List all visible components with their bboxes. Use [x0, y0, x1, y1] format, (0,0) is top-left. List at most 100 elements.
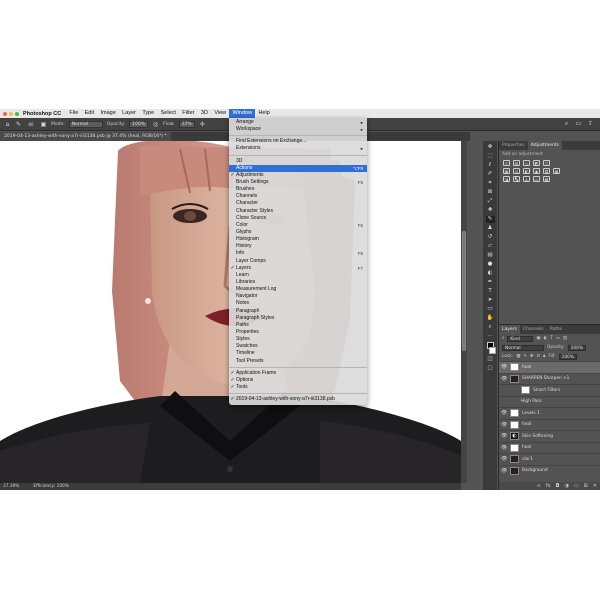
menu-item-workspace[interactable]: Workspace ▸: [229, 126, 367, 133]
tab-layers[interactable]: Layers: [499, 325, 520, 334]
brush-settings-icon[interactable]: ▣: [40, 121, 47, 128]
lock-artboard-icon[interactable]: ⊡: [537, 354, 541, 359]
brush-preset-picker[interactable]: 60: [26, 121, 36, 128]
layer-name[interactable]: heal: [522, 422, 531, 427]
healing-brush-tool-icon[interactable]: ✚: [486, 207, 495, 214]
quick-select-tool-icon[interactable]: ✐: [486, 171, 495, 178]
eyedropper-tool-icon[interactable]: ⤢: [486, 198, 495, 205]
blur-tool-icon[interactable]: ●: [486, 261, 495, 268]
menu-item-character[interactable]: Character: [229, 200, 367, 207]
layer-row[interactable]: 👁︎ heal: [499, 441, 600, 454]
layer-thumbnail[interactable]: [510, 374, 519, 383]
minimize-window-button[interactable]: [9, 111, 13, 116]
workspace-icon[interactable]: ▭: [575, 120, 582, 127]
tab-channels[interactable]: Channels: [520, 325, 547, 334]
tab-paths[interactable]: Paths: [547, 325, 565, 334]
layer-name[interactable]: Skin Softening: [522, 434, 553, 439]
add-mask-icon[interactable]: ◘: [556, 483, 560, 489]
menu-image[interactable]: Image: [97, 109, 119, 118]
menu-item-paths[interactable]: Paths: [229, 322, 367, 329]
new-group-icon[interactable]: ▭: [574, 483, 579, 489]
menu-item-histogram[interactable]: Histogram: [229, 236, 367, 243]
curves-icon[interactable]: ∿: [523, 160, 530, 166]
layer-name[interactable]: heal: [522, 365, 531, 370]
menu-item-arrange[interactable]: Arrange ▸: [229, 119, 367, 126]
mode-select[interactable]: Normal: [68, 120, 103, 128]
close-window-button[interactable]: [3, 111, 7, 116]
history-brush-tool-icon[interactable]: ↺: [486, 234, 495, 241]
filter-shape-icon[interactable]: ▭: [556, 336, 560, 341]
menu-item-options[interactable]: ✓ Options: [229, 377, 367, 384]
layer-row[interactable]: 👁︎ clar1: [499, 453, 600, 465]
zoom-level[interactable]: 37.39%: [3, 483, 19, 490]
layer-row[interactable]: 👁︎ Levels 1: [499, 407, 600, 419]
menu-item-adjustments[interactable]: ✓ Adjustments: [229, 172, 367, 179]
visibility-eye-icon[interactable]: 👁︎: [501, 468, 507, 474]
share-icon[interactable]: ⇪: [587, 120, 594, 127]
new-adjustment-icon[interactable]: ◑: [564, 483, 568, 489]
airbrush-icon[interactable]: ✢: [199, 121, 206, 128]
vibrance-icon[interactable]: ▽: [543, 160, 550, 166]
lock-pixels-icon[interactable]: ▦: [516, 354, 520, 359]
exposure-icon[interactable]: ◩: [533, 160, 540, 166]
filter-smart-icon[interactable]: ▤: [563, 336, 567, 341]
trash-icon[interactable]: ✕: [593, 483, 597, 489]
layer-row[interactable]: Smart Filters: [499, 384, 600, 396]
menu-help[interactable]: Help: [255, 109, 273, 118]
visibility-eye-icon[interactable]: 👁︎: [501, 456, 507, 462]
document-tab[interactable]: 2019-04-13-ashley-with-sony-a7r-iii3138.…: [0, 132, 171, 141]
menu-item-layer-comps[interactable]: Layer Comps: [229, 258, 367, 265]
quick-mask-icon[interactable]: ◫: [486, 356, 495, 363]
move-tool-icon[interactable]: ✥: [486, 144, 495, 151]
posterize-icon[interactable]: ▚: [513, 176, 520, 182]
layer-thumbnail[interactable]: [510, 466, 519, 475]
flow-field[interactable]: 37%: [178, 120, 195, 128]
menu-item-info[interactable]: Info F8: [229, 250, 367, 257]
menu-3d[interactable]: 3D: [198, 109, 211, 118]
layer-style-icon[interactable]: fx: [546, 483, 551, 489]
menu-item-character-styles[interactable]: Character Styles: [229, 208, 367, 215]
tab-properties[interactable]: Properties: [499, 141, 528, 150]
home-icon[interactable]: ⌂: [4, 121, 11, 128]
color-lookup-icon[interactable]: ▦: [553, 168, 560, 174]
menu-item-3d[interactable]: 3D: [229, 158, 367, 165]
layer-thumbnail[interactable]: [510, 455, 519, 464]
lock-all-icon[interactable]: 🔒︎: [543, 354, 545, 359]
layer-thumbnail[interactable]: [521, 386, 530, 395]
visibility-eye-icon[interactable]: 👁︎: [501, 364, 507, 370]
marquee-tool-icon[interactable]: ⬚: [486, 153, 495, 160]
menu-item-application-frame[interactable]: ✓ Application Frame: [229, 370, 367, 377]
frame-tool-icon[interactable]: ⊠: [486, 189, 495, 196]
scrollbar-thumb[interactable]: [462, 231, 466, 351]
brightness-contrast-icon[interactable]: ☼: [503, 160, 510, 166]
gradient-tool-icon[interactable]: ▤: [486, 252, 495, 259]
selective-color-icon[interactable]: ▩: [543, 176, 550, 182]
menu-type[interactable]: Type: [139, 109, 157, 118]
link-layers-icon[interactable]: ∞: [537, 483, 541, 489]
visibility-eye-icon[interactable]: 👁︎: [501, 410, 507, 416]
lasso-tool-icon[interactable]: ℓ: [486, 162, 495, 169]
layer-thumbnail[interactable]: [510, 409, 519, 418]
menu-item-properties[interactable]: Properties: [229, 329, 367, 336]
threshold-icon[interactable]: ◭: [523, 176, 530, 182]
photo-filter-icon[interactable]: ◉: [533, 168, 540, 174]
layer-name[interactable]: clar1: [522, 457, 533, 462]
menu-item-layers[interactable]: ✓ Layers F7: [229, 265, 367, 272]
menu-item-color[interactable]: Color F6: [229, 222, 367, 229]
menu-edit[interactable]: Edit: [81, 109, 97, 118]
menu-item-brushes[interactable]: Brushes: [229, 186, 367, 193]
menu-item-extensions[interactable]: Extensions ▸: [229, 145, 367, 152]
layer-name[interactable]: Background: [522, 468, 548, 473]
filter-pixel-icon[interactable]: ▣: [536, 336, 540, 341]
gradient-map-icon[interactable]: ▭: [533, 176, 540, 182]
menu-item-libraries[interactable]: Libraries: [229, 279, 367, 286]
brush-tool-icon-selected[interactable]: ✎: [485, 216, 495, 223]
levels-icon[interactable]: ▥: [513, 160, 520, 166]
layer-name[interactable]: High Pass: [521, 399, 542, 404]
layer-thumbnail[interactable]: [510, 420, 519, 429]
menu-select[interactable]: Select: [157, 109, 179, 118]
fill-field[interactable]: 100%: [558, 353, 577, 360]
menu-item-tool-presets[interactable]: Tool Presets: [229, 358, 367, 365]
layer-name[interactable]: SHARPEN Sharpen +1: [522, 376, 569, 381]
menu-window[interactable]: Window: [229, 109, 256, 118]
